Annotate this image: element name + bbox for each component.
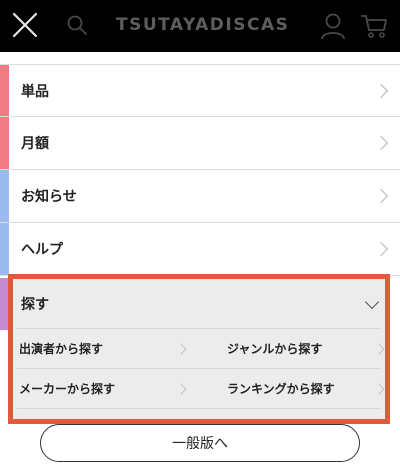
menu-stripe [0, 223, 9, 275]
chevron-right-icon [373, 83, 389, 98]
menu-item-news[interactable]: お知らせ [0, 170, 400, 223]
menu-item-help[interactable]: ヘルプ [0, 223, 400, 276]
link-search-by-cast[interactable]: 出演者から探す [17, 329, 199, 369]
search-links: 出演者から探す ジャンルから探す メーカーから探す ランキングから探す [17, 329, 385, 409]
site-logo[interactable]: TSUTAYADISCAS [116, 12, 288, 38]
menu-item-label: 単品 [21, 83, 49, 100]
search-section-title: 探す [21, 296, 49, 313]
link-label: メーカーから探す [19, 382, 116, 396]
search-icon[interactable] [66, 14, 88, 36]
chevron-right-icon [373, 342, 385, 355]
search-section: 探す 出演者から探す ジャンルから探す メーカーから探す ランキングから探す [8, 274, 390, 424]
menu-stripe [0, 65, 9, 116]
user-icon[interactable] [320, 12, 346, 40]
close-icon[interactable] [10, 10, 40, 40]
menu-stripe [0, 117, 9, 169]
search-section-header[interactable]: 探す [17, 279, 381, 329]
side-menu: 単品 月額 お知らせ ヘルプ [0, 64, 400, 276]
menu-item-monthly[interactable]: 月額 [0, 117, 400, 170]
chevron-right-icon [175, 382, 187, 395]
chevron-down-icon [364, 294, 380, 310]
general-version-button[interactable]: 一般版へ [40, 424, 360, 462]
menu-item-label: 月額 [21, 136, 49, 152]
link-search-by-maker[interactable]: メーカーから探す [17, 369, 199, 409]
chevron-right-icon [373, 241, 389, 257]
link-search-by-ranking[interactable]: ランキングから探す [199, 369, 385, 409]
menu-stripe [0, 170, 9, 222]
chevron-right-icon [373, 382, 385, 395]
menu-stripe [0, 278, 8, 330]
menu-item-label: ヘルプ [21, 242, 63, 258]
menu-item-single[interactable]: 単品 [0, 64, 400, 117]
link-label: ジャンルから探す [227, 342, 323, 356]
menu-item-label: お知らせ [21, 189, 77, 205]
cart-icon[interactable] [360, 13, 388, 39]
link-label: 出演者から探す [19, 342, 104, 356]
app-header: TSUTAYADISCAS [0, 0, 400, 52]
chevron-right-icon [175, 342, 187, 355]
link-label: ランキングから探す [227, 382, 335, 396]
chevron-right-icon [373, 188, 389, 204]
link-search-by-genre[interactable]: ジャンルから探す [199, 329, 385, 369]
chevron-right-icon [373, 135, 389, 151]
